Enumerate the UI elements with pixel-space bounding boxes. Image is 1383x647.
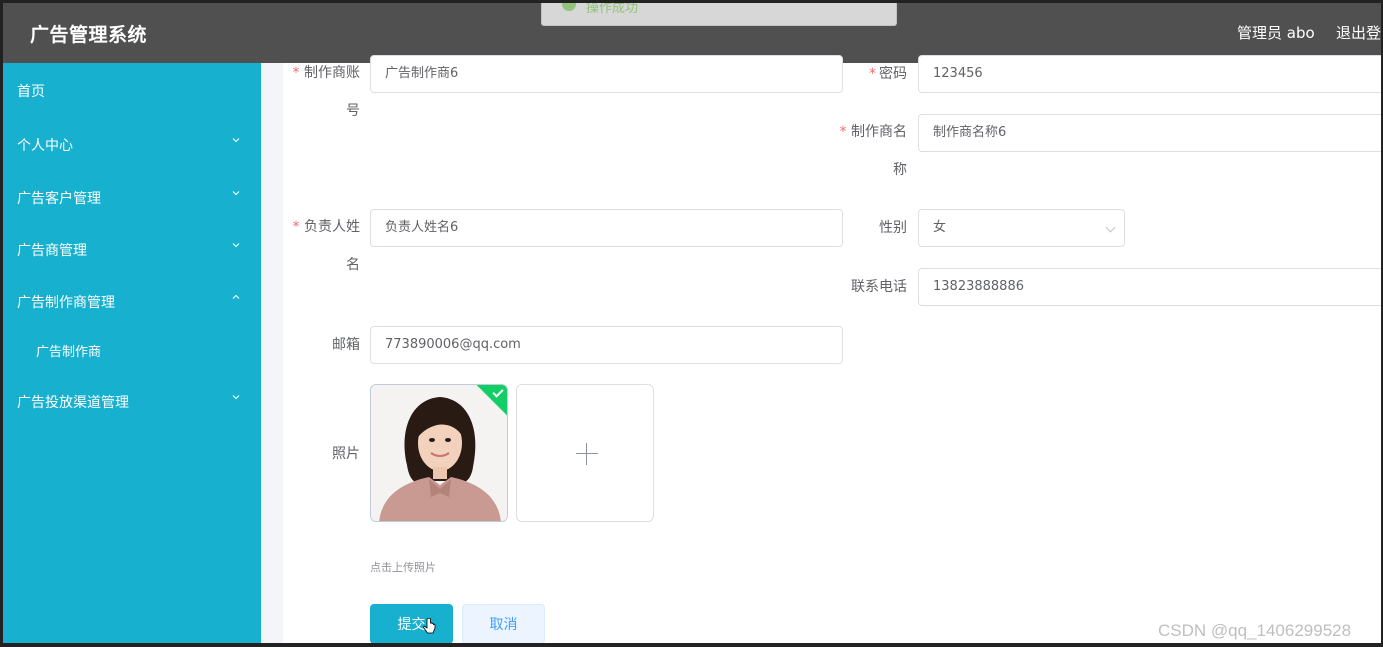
sidebar-item-label: 首页	[17, 84, 45, 100]
gender-value: 女	[933, 220, 947, 235]
upload-add-button[interactable]	[516, 384, 654, 522]
sidebar-item-label: 广告制作商	[36, 345, 102, 360]
portrait-image	[371, 385, 507, 521]
required-mark: *	[839, 124, 847, 140]
required-mark: *	[869, 66, 876, 82]
top-header: 广告管理系统 操作成功 管理员 abo 退出登	[3, 3, 1381, 63]
success-icon	[562, 3, 576, 11]
chevron-down-icon	[232, 395, 240, 400]
toast-text: 操作成功	[586, 3, 639, 16]
logout-link[interactable]: 退出登	[1336, 22, 1381, 43]
sidebar-item-home[interactable]: 首页	[3, 70, 261, 110]
manager-name-input[interactable]: 负责人姓名6	[370, 209, 843, 247]
phone-input[interactable]: 13823888886	[918, 268, 1381, 306]
chevron-down-icon	[232, 191, 240, 196]
manager-name-label: * 负责人姓 名	[292, 219, 360, 273]
uploaded-photo[interactable]	[370, 384, 508, 522]
hand-cursor-icon	[423, 618, 436, 634]
chevron-down-icon	[1105, 222, 1116, 233]
sidebar-item-label: 广告制作商管理	[17, 295, 115, 311]
sidebar-item-personal-center[interactable]: 个人中心	[3, 124, 261, 164]
app-title: 广告管理系统	[30, 24, 148, 46]
photo-label: 照片	[332, 446, 360, 462]
user-label: 管理员 abo	[1237, 24, 1315, 42]
gender-label: 性别	[879, 220, 907, 236]
submit-button[interactable]: 提交	[370, 604, 453, 643]
maker-name-input[interactable]: 制作商名称6	[918, 114, 1381, 152]
sidebar-item-label: 广告客户管理	[17, 191, 101, 207]
sidebar-item-label: 个人中心	[17, 138, 73, 154]
email-label: 邮箱	[332, 337, 360, 353]
form-panel: * 制作商账 号 广告制作商6 * 密码 123456 * 制作商名 称 制作商名…	[283, 55, 1381, 643]
cancel-button[interactable]: 取消	[462, 604, 545, 643]
email-input[interactable]: 773890006@qq.com	[370, 326, 843, 364]
password-input[interactable]: 123456	[918, 55, 1381, 93]
chevron-down-icon	[232, 138, 240, 143]
maker-name-label: * 制作商名 称	[839, 124, 907, 178]
gender-select[interactable]: 女	[918, 209, 1125, 247]
required-mark: *	[292, 219, 300, 235]
watermark: CSDN @qq_1406299528	[1158, 621, 1352, 640]
account-label: * 制作商账 号	[292, 65, 360, 119]
account-input[interactable]: 广告制作商6	[370, 55, 843, 93]
sidebar-item-ad-client[interactable]: 广告客户管理	[3, 177, 261, 217]
sidebar-item-ad-channel[interactable]: 广告投放渠道管理	[3, 381, 261, 421]
app-window: 广告管理系统 操作成功 管理员 abo 退出登 首页 个人中心 广告客户管理 广…	[3, 3, 1381, 643]
phone-label: 联系电话	[851, 279, 907, 295]
required-mark: *	[292, 65, 300, 81]
sidebar: 首页 个人中心 广告客户管理 广告商管理 广告制作商管理 广告制作商 广告投放渠…	[3, 63, 261, 643]
password-label: * 密码	[869, 66, 907, 82]
chevron-down-icon	[232, 243, 240, 248]
sidebar-item-ad-maker-mgmt[interactable]: 广告制作商管理	[3, 281, 261, 321]
sidebar-item-ad-maker[interactable]: 广告制作商	[3, 330, 261, 370]
upload-hint: 点击上传照片	[370, 561, 436, 574]
sidebar-item-advertiser[interactable]: 广告商管理	[3, 229, 261, 269]
sidebar-item-label: 广告商管理	[17, 243, 87, 259]
chevron-up-icon	[232, 294, 240, 299]
success-toast: 操作成功	[541, 3, 897, 26]
sidebar-item-label: 广告投放渠道管理	[17, 395, 129, 411]
plus-icon	[576, 453, 598, 454]
plus-icon-stroke	[586, 443, 587, 465]
